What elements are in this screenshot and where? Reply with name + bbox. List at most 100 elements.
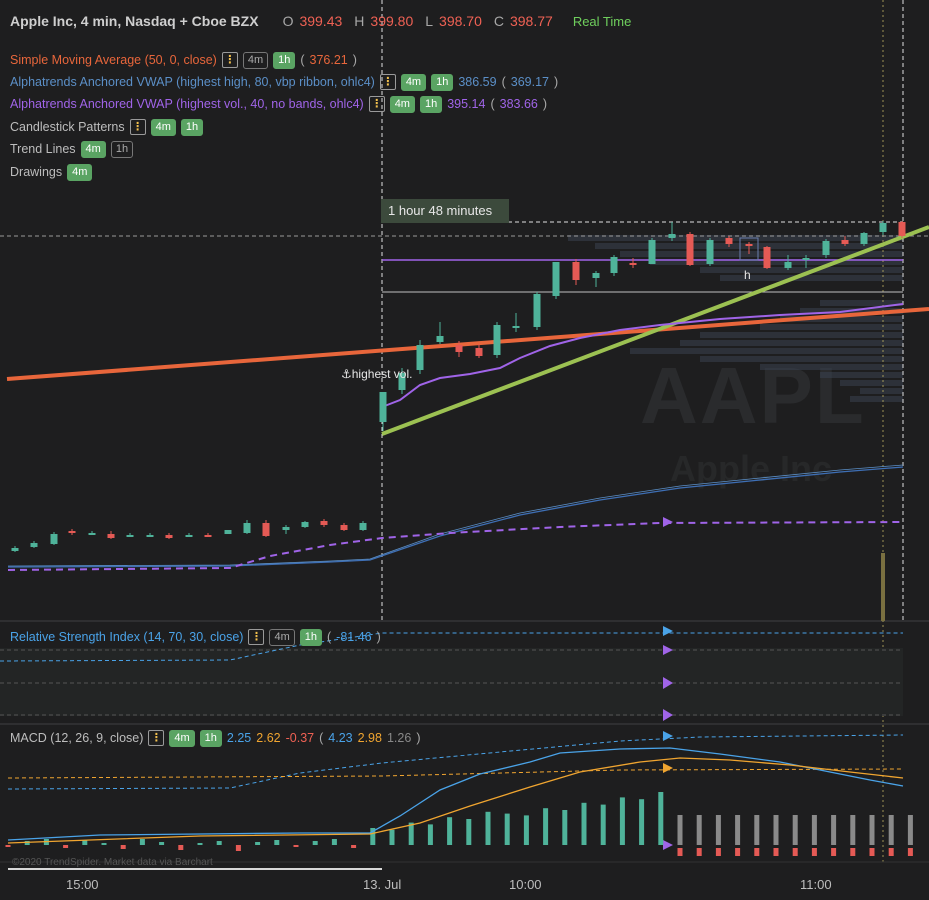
legend-rsi[interactable]: Relative Strength Index (14, 70, 30, clo…: [10, 628, 381, 646]
candle-body[interactable]: [879, 223, 887, 232]
tf-toggle-1h[interactable]: 1h: [110, 140, 134, 158]
symbol-title[interactable]: Apple Inc, 4 min, Nasdaq + Cboe BZX: [10, 13, 259, 29]
tf-toggle-4m[interactable]: 4m: [80, 140, 106, 158]
legend-trendlines[interactable]: Trend Lines 4m 1h: [10, 140, 134, 158]
tf-toggle-1h[interactable]: 1h: [273, 51, 296, 69]
candle-body[interactable]: [898, 222, 906, 236]
tf-toggle-1h[interactable]: 1h: [299, 628, 322, 646]
candle-body[interactable]: [802, 258, 810, 260]
candle-body[interactable]: [243, 523, 251, 533]
legend-macd-label[interactable]: MACD (12, 26, 9, close): [10, 731, 143, 745]
legend-vwap-hv[interactable]: Alphatrends Anchored VWAP (highest vol.,…: [10, 95, 547, 113]
tf-toggle-1h[interactable]: 1h: [199, 729, 222, 747]
kebab-menu-icon[interactable]: ⋮: [248, 629, 265, 645]
legend-candlestick[interactable]: Candlestick Patterns ⋮ 4m 1h: [10, 118, 204, 136]
legend-rsi-value: -81.46: [336, 630, 372, 644]
candle-body[interactable]: [610, 257, 618, 273]
candle-body[interactable]: [320, 521, 328, 525]
candle-body[interactable]: [686, 234, 694, 265]
histogram-bar: [197, 843, 203, 845]
tf-toggle-4m[interactable]: 4m: [169, 729, 195, 747]
candle-body[interactable]: [359, 523, 367, 530]
candle-body[interactable]: [648, 240, 656, 264]
vwap-highest-vol-dashed-line[interactable]: [7, 521, 904, 571]
legend-trendlines-label[interactable]: Trend Lines: [10, 142, 76, 156]
pattern-label[interactable]: h: [744, 268, 751, 282]
candle-body[interactable]: [416, 345, 424, 370]
candle-body[interactable]: [493, 325, 501, 355]
legend-vwap-hv-label[interactable]: Alphatrends Anchored VWAP (highest vol.,…: [10, 97, 364, 111]
tf-toggle-1h[interactable]: 1h: [180, 118, 204, 136]
candle-body[interactable]: [88, 533, 96, 535]
candle-body[interactable]: [379, 392, 387, 422]
legend-vwap-hh[interactable]: Alphatrends Anchored VWAP (highest high,…: [10, 73, 558, 91]
histogram-bar: [331, 839, 337, 845]
candle-body[interactable]: [860, 233, 868, 244]
candle-body[interactable]: [572, 262, 580, 280]
candle-body[interactable]: [107, 534, 115, 538]
candle-body[interactable]: [165, 535, 173, 538]
legend-sma-label[interactable]: Simple Moving Average (50, 0, close): [10, 53, 217, 67]
macd-line[interactable]: [7, 747, 904, 841]
anchor-label[interactable]: ⚓highest vol.: [341, 367, 412, 381]
kebab-menu-icon[interactable]: ⋮: [129, 119, 146, 135]
legend-rsi-label[interactable]: Relative Strength Index (14, 70, 30, clo…: [10, 630, 243, 644]
candle-body[interactable]: [204, 535, 212, 537]
tf-toggle-4m[interactable]: 4m: [269, 628, 295, 646]
candle-body[interactable]: [282, 527, 290, 530]
vwap-highest-high-line[interactable]: [7, 466, 904, 568]
histogram-bar: [792, 848, 798, 856]
candle-body[interactable]: [436, 336, 444, 342]
legend-sma[interactable]: Simple Moving Average (50, 0, close) ⋮ 4…: [10, 51, 357, 69]
candle-body[interactable]: [50, 534, 58, 544]
candle-body[interactable]: [146, 535, 154, 537]
candle-body[interactable]: [68, 531, 76, 533]
macd-signal-line[interactable]: [7, 757, 904, 844]
candle-body[interactable]: [668, 234, 676, 238]
candle-body[interactable]: [784, 262, 792, 268]
macd-pane[interactable]: [5, 731, 913, 856]
candle-body[interactable]: [629, 263, 637, 265]
legend-candlestick-label[interactable]: Candlestick Patterns: [10, 120, 125, 134]
kebab-menu-icon[interactable]: ⋮: [148, 730, 165, 746]
legend-drawings-label[interactable]: Drawings: [10, 165, 62, 179]
legend-vwap-hh-value: 386.59: [458, 75, 497, 89]
legend-vwap-hh-label[interactable]: Alphatrends Anchored VWAP (highest high,…: [10, 75, 375, 89]
open-value: 399.43: [299, 13, 343, 29]
tf-toggle-4m[interactable]: 4m: [150, 118, 176, 136]
candle-body[interactable]: [533, 294, 541, 327]
candle-body[interactable]: [455, 345, 463, 352]
candle-body[interactable]: [262, 523, 270, 536]
candle-body[interactable]: [552, 262, 560, 296]
kebab-menu-icon[interactable]: ⋮: [221, 52, 238, 68]
candle-body[interactable]: [725, 238, 733, 244]
tf-toggle-1h[interactable]: 1h: [419, 95, 443, 113]
candle-body[interactable]: [11, 548, 19, 551]
tf-toggle-1h[interactable]: 1h: [431, 73, 454, 91]
candle-body[interactable]: [745, 244, 753, 246]
tf-toggle-4m[interactable]: 4m: [400, 73, 427, 91]
tf-toggle-4m[interactable]: 4m: [242, 51, 269, 69]
candle-body[interactable]: [301, 522, 309, 527]
candle-body[interactable]: [763, 247, 771, 268]
candle-body[interactable]: [706, 240, 714, 264]
histogram-bar: [523, 815, 529, 845]
candle-body[interactable]: [30, 543, 38, 547]
candle-body[interactable]: [841, 240, 849, 244]
legend-macd[interactable]: MACD (12, 26, 9, close) ⋮ 4m 1h 2.25 2.6…: [10, 729, 420, 747]
tf-toggle-4m[interactable]: 4m: [389, 95, 415, 113]
candle-body[interactable]: [126, 535, 134, 537]
chart-area[interactable]: AAPL Apple Inc Apple Inc, 4 min, Nasdaq …: [0, 0, 929, 900]
candle-body[interactable]: [512, 326, 520, 328]
candle-body[interactable]: [185, 535, 193, 537]
tf-toggle-4m[interactable]: 4m: [67, 163, 93, 181]
candle-body[interactable]: [224, 530, 232, 534]
candle-body[interactable]: [475, 348, 483, 356]
kebab-menu-icon[interactable]: ⋮: [379, 74, 396, 90]
candle-body[interactable]: [822, 241, 830, 255]
candle-body[interactable]: [340, 525, 348, 530]
candle-body[interactable]: [592, 273, 600, 278]
kebab-menu-icon[interactable]: ⋮: [368, 96, 385, 112]
legend-drawings[interactable]: Drawings 4m: [10, 163, 93, 181]
histogram-bar: [504, 813, 510, 845]
